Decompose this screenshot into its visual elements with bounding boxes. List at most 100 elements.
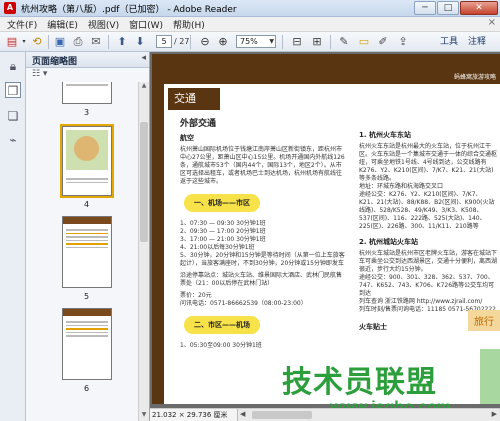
title-bar: A 杭州攻略（第八版）.pdf（已加密） - Adobe Reader ─ □ … bbox=[0, 0, 500, 17]
scroll-thumb[interactable] bbox=[140, 122, 148, 242]
page-number-input[interactable]: 5 bbox=[156, 35, 172, 48]
window-title: 杭州攻略（第八版）.pdf（已加密） - Adobe Reader bbox=[21, 4, 237, 15]
adobe-reader-icon: A bbox=[4, 2, 16, 14]
bus-line: 3、17:00 — 21:00 30分钟1班 bbox=[180, 236, 266, 243]
page-count: / 27 bbox=[174, 37, 190, 46]
heading-city-station: 2. 杭州城站火车站 bbox=[359, 238, 418, 246]
chevron-down-icon: ▼ bbox=[269, 38, 274, 45]
stops-text: 沿途停靠站点：城站火车站、维景国际大酒店、武林门民航售票处（21：00以后停在武… bbox=[180, 272, 343, 287]
sticky-note-icon[interactable]: ▭ bbox=[357, 35, 371, 49]
page-size-readout: 21.032 × 29.736 厘米 bbox=[150, 409, 238, 421]
pdf-page: 蚂蜂窝旅游攻略 交通 外部交通 航空 杭州萧山国际机场位于钱塘江南岸萧山区新街镇… bbox=[152, 54, 500, 404]
previous-page-icon[interactable]: ⬆ bbox=[115, 35, 129, 49]
zoom-select[interactable]: 75% ▼ bbox=[236, 35, 276, 48]
share-icon[interactable]: ⇪ bbox=[396, 35, 410, 49]
email-icon[interactable]: ✉ bbox=[88, 35, 104, 49]
page-header: 蚂蜂窝旅游攻略 bbox=[164, 54, 500, 84]
bus-line: 1、07:30 — 09:30 30分钟1班 bbox=[180, 220, 266, 227]
toolbar-separator bbox=[330, 35, 331, 49]
thumbnail-scrollbar[interactable]: ▲ ▼ bbox=[138, 82, 149, 421]
city-station-text: 杭州火车城站是杭州市区老牌火车站，游客在城站下车可乘坐公交到达西湖景区，交通十分… bbox=[359, 250, 498, 273]
fit-width-icon[interactable]: ⊞ bbox=[310, 35, 324, 49]
menu-bar: 文件(F) 编辑(E) 视图(V) 窗口(W) 帮助(H) × bbox=[0, 17, 500, 32]
document-view[interactable]: 蚂蜂窝旅游攻略 交通 外部交通 航空 杭州萧山国际机场位于钱塘江南岸萧山区新街镇… bbox=[150, 52, 500, 421]
thumbnail-page-6[interactable] bbox=[62, 308, 112, 380]
zoom-value: 75% bbox=[240, 37, 258, 46]
collapse-panel-icon[interactable]: ◂ bbox=[141, 53, 146, 63]
right-column: 1. 杭州火车东站 杭州火车东站是杭州最大的火车站，位于杭州江干区。火车东站是一… bbox=[359, 126, 499, 335]
watermark-text: 技术员联盟 bbox=[282, 365, 437, 400]
zoom-out-icon[interactable]: ⊖ bbox=[198, 35, 212, 49]
menu-edit[interactable]: 编辑(E) bbox=[42, 18, 83, 31]
horizontal-scrollbar[interactable]: 21.032 × 29.736 厘米 ◀ ▶ bbox=[150, 408, 500, 421]
menu-window[interactable]: 窗口(W) bbox=[124, 18, 168, 31]
thumbnail-label: 5 bbox=[84, 292, 90, 301]
scroll-up-icon[interactable]: ▲ bbox=[139, 82, 149, 92]
bus-line: 5、30分钟，20分钟和15分钟是等待时间（从第一位上车旅客起计），当旅客满座时… bbox=[180, 252, 345, 267]
tools-button[interactable]: 工具 bbox=[440, 35, 458, 49]
airport-text: 杭州萧山国际机场位于钱塘江南岸萧山区新街镇东，距杭州市中心27公里，距萧山区中心… bbox=[180, 146, 345, 185]
toolbar-separator bbox=[108, 35, 109, 49]
travel-tag: 旅行 bbox=[468, 310, 500, 331]
thumbnail-page-5[interactable] bbox=[62, 216, 112, 288]
comment-button[interactable]: 注释 bbox=[468, 35, 486, 49]
lock-icon[interactable]: 🔒︎ bbox=[5, 58, 21, 74]
scroll-thumb[interactable] bbox=[252, 411, 312, 419]
toolbar-separator bbox=[48, 35, 49, 49]
panel-options: ☷ ▾ bbox=[26, 68, 149, 82]
decorative-bar bbox=[480, 349, 500, 404]
toolbar-separator bbox=[282, 35, 283, 49]
panel-title: 页面缩略图 bbox=[32, 57, 78, 67]
scroll-right-icon[interactable]: ▶ bbox=[492, 410, 497, 418]
phone-text: 问讯电话：0571-86662539（08:00-23:00） bbox=[180, 300, 307, 307]
thumbnail-label: 4 bbox=[84, 200, 90, 209]
zoom-in-icon[interactable]: ⊕ bbox=[216, 35, 230, 49]
document-close-icon[interactable]: × bbox=[488, 17, 496, 28]
create-dropdown-icon[interactable]: ▾ bbox=[21, 35, 27, 49]
bus-line: 2、09:30 — 17:00 20分钟1班 bbox=[180, 228, 266, 235]
scroll-left-icon[interactable]: ◀ bbox=[240, 410, 245, 418]
highlight-icon[interactable]: ✐ bbox=[376, 35, 390, 49]
scroll-down-icon[interactable]: ▼ bbox=[139, 411, 149, 421]
brand-label: 蚂蜂窝旅游攻略 bbox=[453, 74, 496, 81]
save-icon[interactable]: ▣ bbox=[52, 35, 68, 49]
page-border bbox=[152, 54, 164, 404]
fit-page-icon[interactable]: ⊟ bbox=[290, 35, 304, 49]
page-thumbnails-icon[interactable]: ❐ bbox=[5, 82, 21, 98]
toolbar: ▤ ▾ ⟲ ▣ ⎙ ✉ ⬆ ⬇ 5 / 27 ⊖ ⊕ 75% ▼ ⊟ ⊞ ✎ ▭ … bbox=[0, 32, 500, 52]
open-icon[interactable]: ⟲ bbox=[29, 35, 45, 49]
thumbnail-page-3[interactable] bbox=[62, 82, 112, 104]
panel-header: 页面缩略图 ◂ bbox=[26, 52, 149, 68]
east-station-text: 杭州火车东站是杭州最大的火车站，位于杭州江干区。火车东站是一个集城市交通于一体的… bbox=[359, 143, 498, 182]
menu-view[interactable]: 视图(V) bbox=[83, 18, 124, 31]
next-page-icon[interactable]: ⬇ bbox=[133, 35, 147, 49]
east-station-address: 地址：环城东路和杭海路交叉口 bbox=[359, 183, 444, 190]
navigation-rail: 🔒︎ ❐ ❏ ⌁ bbox=[0, 52, 26, 421]
maximize-button[interactable]: □ bbox=[437, 1, 459, 15]
thumbnail-page-4[interactable] bbox=[60, 124, 114, 198]
thumbnail-list: 3 4 5 6 bbox=[26, 82, 138, 421]
create-pdf-icon[interactable]: ▤ bbox=[4, 35, 20, 49]
close-button[interactable]: ✕ bbox=[460, 1, 498, 15]
minimize-button[interactable]: ─ bbox=[414, 1, 436, 15]
thumbnail-label: 6 bbox=[84, 384, 90, 393]
sign-icon[interactable]: ✎ bbox=[337, 35, 351, 49]
print-icon[interactable]: ⎙ bbox=[70, 35, 86, 49]
route-pill-airport-city: 一、机场——市区 bbox=[184, 194, 260, 212]
bus-line: 1、05:30至09:00 30分钟1班 bbox=[180, 342, 262, 349]
heading-airport: 航空 bbox=[180, 134, 194, 142]
bookmarks-icon[interactable]: ❏ bbox=[5, 108, 21, 124]
fare-text: 票价：20元 bbox=[180, 292, 212, 299]
rail-website: 列车查询 浙江铁路网 http://www.zjrail.com/ bbox=[359, 298, 483, 305]
route-pill-city-airport: 二、市区——机场 bbox=[184, 316, 260, 334]
section-title: 交通 bbox=[168, 88, 220, 110]
heading-external-transport: 外部交通 bbox=[180, 119, 217, 129]
options-menu-icon[interactable]: ☷ ▾ bbox=[32, 69, 47, 79]
heading-east-station: 1. 杭州火车东站 bbox=[359, 131, 411, 139]
menu-help[interactable]: 帮助(H) bbox=[168, 18, 210, 31]
menu-file[interactable]: 文件(F) bbox=[2, 18, 42, 31]
attachments-icon[interactable]: ⌁ bbox=[5, 132, 21, 148]
left-column: 外部交通 航空 杭州萧山国际机场位于钱塘江南岸萧山区新街镇东，距杭州市中心27公… bbox=[180, 116, 345, 350]
east-station-buses: 途经公交：K276、Y2、K210(区间)、7/K7、K21、21(大站)、88… bbox=[359, 191, 495, 230]
city-station-buses: 途经公交：900、301、328、362、537、700、747、K652、74… bbox=[359, 274, 495, 297]
